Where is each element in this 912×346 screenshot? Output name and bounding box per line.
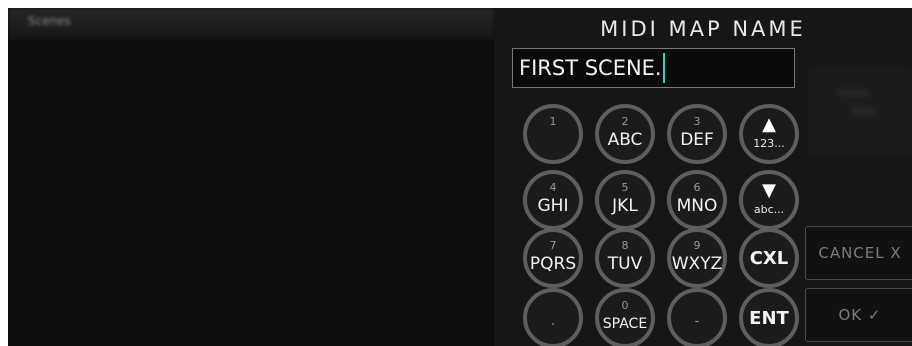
key-4-ghi[interactable]: 4 GHI [523,170,583,230]
key-dash-label: - [694,314,700,329]
key-ent-label: ENT [749,308,789,329]
arrow-up-icon: ▲ [762,114,776,135]
key-9-number: 9 [693,239,701,252]
key-9-wxyz[interactable]: 9 WXYZ [667,228,727,288]
key-7-letters: PQRS [529,254,577,274]
key-enter[interactable]: ENT [739,288,799,346]
key-8-letters: TUV [607,254,643,274]
key-cxl-label: CXL [749,248,789,269]
key-shift-down[interactable]: ▼ abc... [739,170,799,230]
dialog-title: MIDI MAP NAME [600,17,806,41]
name-input-value: FIRST SCENE. [519,56,662,80]
key-4-number: 4 [549,181,557,194]
ok-button[interactable]: OK ✓ [805,288,912,342]
key-1[interactable]: 1 [523,104,583,164]
key-0-space[interactable]: 0 SPACE [595,288,655,346]
key-dot-label: . [550,314,556,329]
background-save-panel: Scene Save [808,66,912,156]
background-panel-line1: Scene [838,88,869,99]
text-cursor [662,53,665,83]
name-entry-dialog: MIDI MAP NAME FIRST SCENE. Scene Save 1 … [494,8,912,346]
cancel-button[interactable]: CANCEL X [805,226,912,280]
key-4-letters: GHI [537,196,569,216]
key-5-letters: JKL [612,196,638,216]
key-6-number: 6 [693,181,701,194]
key-shift-up-label: 123... [753,137,785,150]
key-3-number: 3 [693,115,701,128]
key-6-mno[interactable]: 6 MNO [667,170,727,230]
key-2-letters: ABC [607,130,643,150]
scene-list-header-label: Scenes [28,14,71,28]
key-dash[interactable]: - [667,288,727,346]
key-0-letters: SPACE [602,316,648,332]
key-7-pqrs[interactable]: 7 PQRS [523,228,583,288]
key-2-number: 2 [621,115,629,128]
scene-list-panel: Scenes [8,8,494,346]
key-0-number: 0 [621,299,629,312]
key-dot[interactable]: . [523,288,583,346]
key-9-letters: WXYZ [671,254,723,274]
key-shift-down-label: abc... [753,203,785,216]
key-8-number: 8 [621,239,629,252]
key-1-number: 1 [549,115,557,128]
key-5-jkl[interactable]: 5 JKL [595,170,655,230]
name-input[interactable]: FIRST SCENE. [512,48,795,88]
key-cancel-char[interactable]: CXL [739,228,799,288]
scene-list-header: Scenes [8,8,494,40]
arrow-down-icon: ▼ [762,180,776,201]
background-panel-line2: Save [852,106,877,117]
key-3-def[interactable]: 3 DEF [667,104,727,164]
key-3-letters: DEF [680,130,714,150]
key-2-abc[interactable]: 2 ABC [595,104,655,164]
key-8-tuv[interactable]: 8 TUV [595,228,655,288]
key-6-letters: MNO [676,196,718,216]
key-5-number: 5 [621,181,629,194]
key-shift-up[interactable]: ▲ 123... [739,104,799,164]
app-screen: Scenes MIDI MAP NAME FIRST SCENE. Scene … [8,8,912,346]
key-7-number: 7 [549,239,557,252]
